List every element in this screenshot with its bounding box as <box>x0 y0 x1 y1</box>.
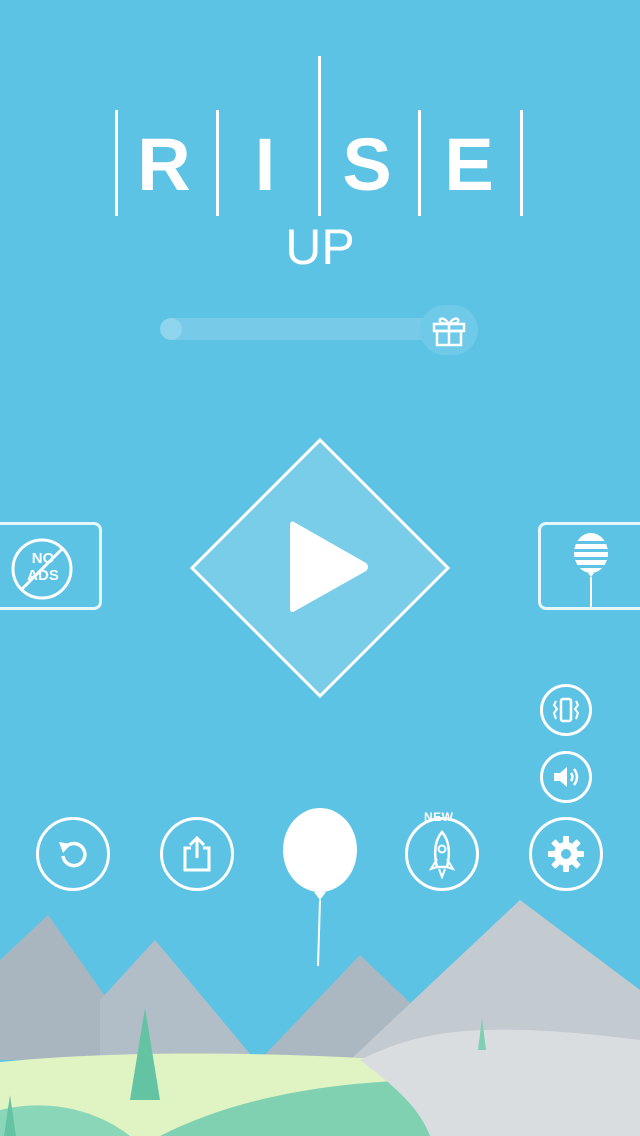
sound-button[interactable] <box>540 751 592 803</box>
title-divider <box>418 110 421 216</box>
title-letter: R <box>137 123 191 206</box>
restore-button[interactable] <box>36 817 110 891</box>
title-letter: E <box>444 123 494 206</box>
player-balloon <box>283 808 357 967</box>
gift-progress-fill <box>160 318 183 340</box>
no-ads-button[interactable]: NO ADS <box>0 522 102 610</box>
title-letter: S <box>342 123 392 206</box>
mountain-mid-left <box>100 940 255 1060</box>
restore-icon <box>59 841 87 868</box>
gift-progress-bar <box>160 318 436 340</box>
title-divider <box>520 110 523 216</box>
gear-icon <box>548 836 584 872</box>
new-badge: NEW <box>424 810 454 824</box>
title-subtitle: UP <box>285 219 355 275</box>
vibration-icon <box>552 697 580 723</box>
title-divider <box>318 56 321 216</box>
gift-button[interactable] <box>420 305 478 355</box>
title-divider <box>216 110 219 216</box>
speaker-icon <box>554 767 579 787</box>
settings-button[interactable] <box>529 817 603 891</box>
title-letter: I <box>254 123 276 206</box>
no-ads-label: NO ADS <box>27 550 59 584</box>
gift-icon <box>432 317 466 347</box>
vibration-button[interactable] <box>540 684 592 736</box>
rocket-button[interactable] <box>405 817 479 891</box>
play-icon <box>290 521 368 612</box>
striped-balloon-icon <box>574 533 608 607</box>
title-divider <box>115 110 118 216</box>
share-icon <box>183 835 211 872</box>
balloon-skins-button[interactable] <box>538 522 640 610</box>
share-button[interactable] <box>160 817 234 891</box>
rocket-icon <box>428 830 456 879</box>
